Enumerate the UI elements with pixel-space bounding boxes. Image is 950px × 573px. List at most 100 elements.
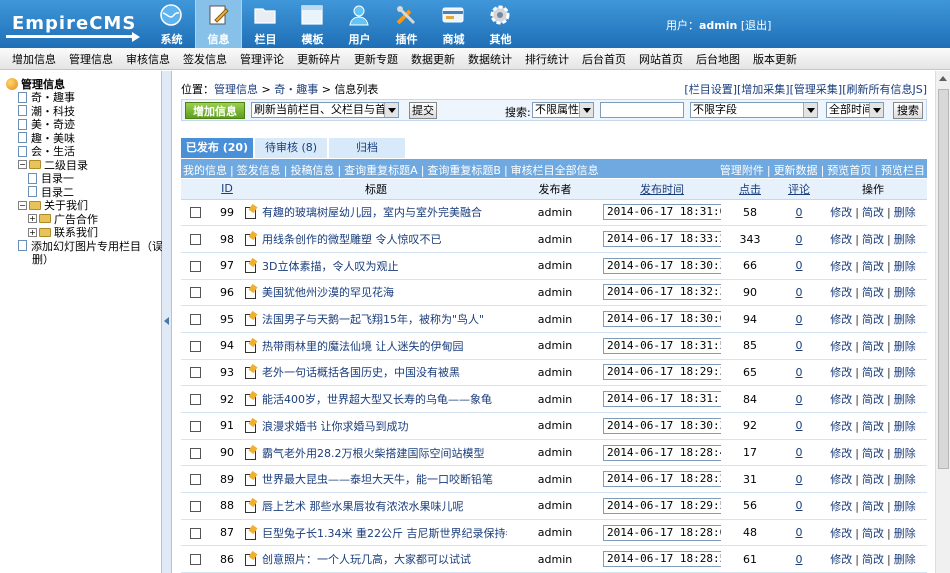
quick-edit-link[interactable]: 简改 (862, 393, 884, 406)
tree-item[interactable]: 管理信息 (6, 77, 161, 91)
row-title-link[interactable]: 创意照片：一个人玩几高，大家都可以试试 (262, 553, 471, 566)
article-edit-icon[interactable] (245, 260, 256, 273)
article-edit-icon[interactable] (245, 420, 256, 433)
menu-item[interactable]: 后台首页 (582, 51, 626, 67)
edit-link[interactable]: 修改 (830, 366, 852, 379)
row-comments-link[interactable]: 0 (796, 499, 803, 512)
delete-link[interactable]: 删除 (894, 393, 916, 406)
expand-icon[interactable]: + (28, 214, 37, 224)
article-edit-icon[interactable] (245, 474, 256, 487)
nav-item-7[interactable]: 其他 (477, 0, 524, 48)
menu-item[interactable]: 签发信息 (183, 51, 227, 67)
edit-link[interactable]: 修改 (830, 500, 852, 513)
row-comments-link[interactable]: 0 (796, 393, 803, 406)
row-comments-link[interactable]: 0 (796, 473, 803, 486)
article-edit-icon[interactable] (245, 394, 256, 407)
quick-edit-link[interactable]: 简改 (862, 473, 884, 486)
tab-archive[interactable]: 归档 (329, 138, 405, 158)
quick-edit-link[interactable]: 简改 (862, 527, 884, 540)
top-link[interactable]: [栏目设置] (684, 83, 737, 96)
tab-published[interactable]: 已发布 (20) (181, 138, 253, 158)
sub-link[interactable]: 投稿信息 (290, 164, 334, 177)
row-comments-link[interactable]: 0 (796, 286, 803, 299)
tree-item[interactable]: 奇・趣事 (6, 91, 161, 104)
row-title-link[interactable]: 用线条创作的微型雕塑 令人惊叹不已 (262, 233, 442, 246)
row-checkbox[interactable] (189, 260, 201, 272)
sub-link[interactable]: 查询重复标题B (427, 164, 501, 177)
row-title-link[interactable]: 能活400岁，世界超大型又长寿的乌龟——象龟 (262, 393, 492, 406)
tree-item[interactable]: 趣・美味 (6, 131, 161, 145)
edit-link[interactable]: 修改 (830, 473, 852, 486)
sub-link[interactable]: 签发信息 (237, 164, 281, 177)
row-title-link[interactable]: 法国男子与天鹅一起飞翔15年，被称为"鸟人" (262, 313, 484, 326)
quick-edit-link[interactable]: 简改 (862, 206, 884, 219)
logo[interactable]: EmpireCMS (6, 9, 140, 42)
row-title-link[interactable]: 浪漫求婚书 让你求婚马到成功 (262, 420, 409, 433)
col-clicks-label[interactable]: 点击 (739, 183, 761, 196)
row-comments-link[interactable]: 0 (796, 233, 803, 246)
quick-edit-link[interactable]: 简改 (862, 286, 884, 299)
row-title-link[interactable]: 老外一句话概括各国历史，中国没有被黑 (262, 366, 460, 379)
row-checkbox[interactable] (189, 554, 201, 566)
edit-link[interactable]: 修改 (830, 553, 852, 566)
article-edit-icon[interactable] (245, 314, 256, 327)
row-checkbox[interactable] (189, 474, 201, 486)
nav-item-6[interactable]: 商城 (430, 0, 477, 48)
sub-link[interactable]: 我的信息 (183, 164, 227, 177)
expand-icon[interactable]: + (28, 227, 37, 237)
row-comments-link[interactable]: 0 (796, 553, 803, 566)
row-title-link[interactable]: 美国犹他州沙漠的罕见花海 (262, 286, 394, 299)
row-checkbox[interactable] (189, 367, 201, 379)
quick-edit-link[interactable]: 简改 (862, 260, 884, 273)
submit-button[interactable]: 提交 (409, 102, 437, 119)
article-edit-icon[interactable] (245, 447, 256, 460)
row-checkbox[interactable] (189, 340, 201, 352)
tree-item[interactable]: 添加幻灯图片专用栏目（误 (6, 239, 163, 253)
quick-edit-link[interactable]: 简改 (862, 447, 884, 460)
sub-link[interactable]: 管理附件 (720, 164, 764, 177)
row-title-link[interactable]: 巨型兔子长1.34米 重22公斤 吉尼斯世界纪录保持者 (262, 527, 507, 540)
search-button[interactable]: 搜索 (893, 102, 923, 119)
sub-link[interactable]: 更新数据 (774, 164, 818, 177)
breadcrumb-category-link[interactable]: 奇・趣事 (274, 83, 318, 96)
row-comments-link[interactable]: 0 (796, 339, 803, 352)
row-checkbox[interactable] (189, 447, 201, 459)
col-id-label[interactable]: ID (221, 182, 233, 195)
article-edit-icon[interactable] (245, 554, 256, 567)
row-comments-link[interactable]: 0 (796, 526, 803, 539)
menu-item[interactable]: 管理信息 (69, 51, 113, 67)
delete-link[interactable]: 删除 (894, 420, 916, 433)
col-id[interactable]: ID (209, 179, 245, 200)
tree-item[interactable]: 美・奇迹 (6, 118, 161, 131)
menu-item[interactable]: 版本更新 (753, 51, 797, 67)
row-checkbox[interactable] (189, 394, 201, 406)
menu-item[interactable]: 更新专题 (354, 51, 398, 67)
delete-link[interactable]: 删除 (894, 527, 916, 540)
menu-item[interactable]: 增加信息 (12, 51, 56, 67)
edit-link[interactable]: 修改 (830, 233, 852, 246)
edit-link[interactable]: 修改 (830, 527, 852, 540)
top-link[interactable]: [刷新所有信息JS] (842, 83, 927, 96)
quick-edit-link[interactable]: 简改 (862, 553, 884, 566)
col-comments[interactable]: 评论 (779, 179, 819, 200)
menu-item[interactable]: 管理评论 (240, 51, 284, 67)
quick-edit-link[interactable]: 简改 (862, 233, 884, 246)
vertical-scrollbar[interactable] (935, 71, 950, 573)
edit-link[interactable]: 修改 (830, 393, 852, 406)
row-comments-link[interactable]: 0 (796, 366, 803, 379)
row-comments-link[interactable]: 0 (796, 446, 803, 459)
delete-link[interactable]: 删除 (894, 206, 916, 219)
edit-link[interactable]: 修改 (830, 447, 852, 460)
edit-link[interactable]: 修改 (830, 260, 852, 273)
col-comments-label[interactable]: 评论 (788, 183, 810, 196)
menu-item[interactable]: 排行统计 (525, 51, 569, 67)
delete-link[interactable]: 删除 (894, 500, 916, 513)
nav-item-0[interactable]: 系统 (148, 0, 195, 48)
collapse-icon[interactable]: − (18, 160, 27, 170)
delete-link[interactable]: 删除 (894, 233, 916, 246)
delete-link[interactable]: 删除 (894, 473, 916, 486)
quick-edit-link[interactable]: 简改 (862, 366, 884, 379)
row-comments-link[interactable]: 0 (796, 419, 803, 432)
article-edit-icon[interactable] (245, 500, 256, 513)
menu-item[interactable]: 后台地图 (696, 51, 740, 67)
